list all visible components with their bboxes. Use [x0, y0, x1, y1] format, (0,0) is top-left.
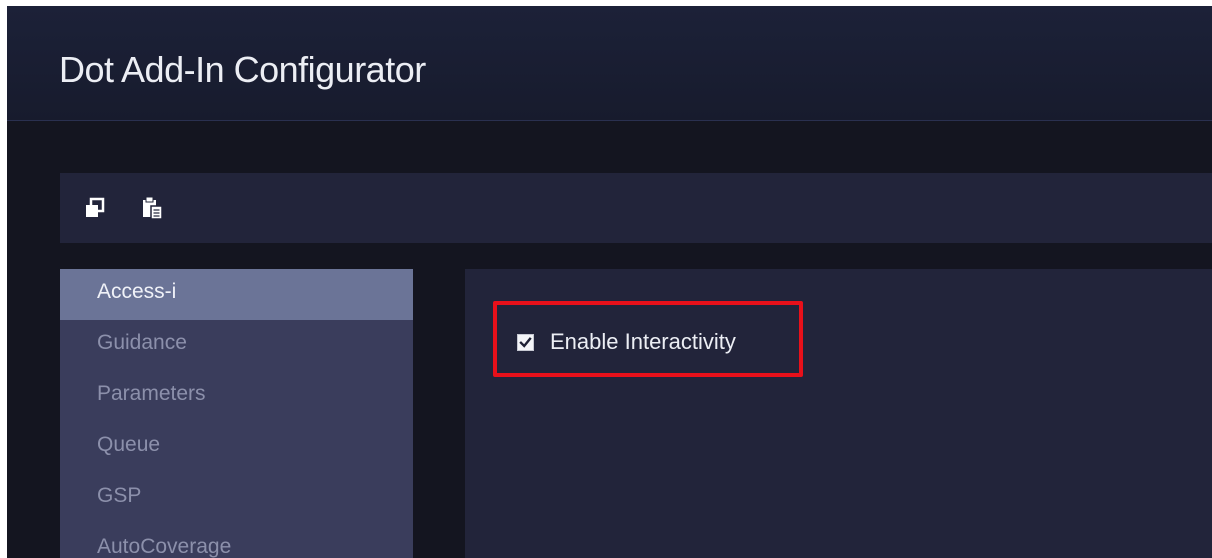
copy-button[interactable] — [84, 196, 106, 220]
enable-interactivity-label: Enable Interactivity — [550, 329, 736, 354]
checkmark-icon — [519, 336, 532, 348]
sidebar-item-guidance[interactable]: Guidance — [60, 320, 413, 371]
sidebar-item-access-i[interactable]: Access-i — [60, 269, 413, 320]
app-window: Dot Add-In Configurator Access-i Guidanc… — [7, 6, 1212, 558]
sidebar-item-parameters[interactable]: Parameters — [60, 371, 413, 422]
enable-interactivity-checkbox[interactable] — [517, 333, 534, 351]
sidebar-item-queue[interactable]: Queue — [60, 422, 413, 473]
app-title: Dot Add-In Configurator — [59, 49, 426, 90]
sidebar-nav: Access-i Guidance Parameters Queue GSP A… — [60, 269, 413, 558]
enable-interactivity-option[interactable]: Enable Interactivity — [517, 330, 736, 354]
paste-icon — [143, 196, 163, 220]
settings-panel: Enable Interactivity — [465, 269, 1212, 558]
paste-button[interactable] — [142, 196, 164, 220]
copy-icon — [86, 197, 105, 217]
sidebar-item-gsp[interactable]: GSP — [60, 473, 413, 524]
sidebar-item-autocoverage[interactable]: AutoCoverage — [60, 524, 413, 558]
title-bar: Dot Add-In Configurator — [7, 6, 1212, 121]
toolbar — [60, 173, 1212, 243]
